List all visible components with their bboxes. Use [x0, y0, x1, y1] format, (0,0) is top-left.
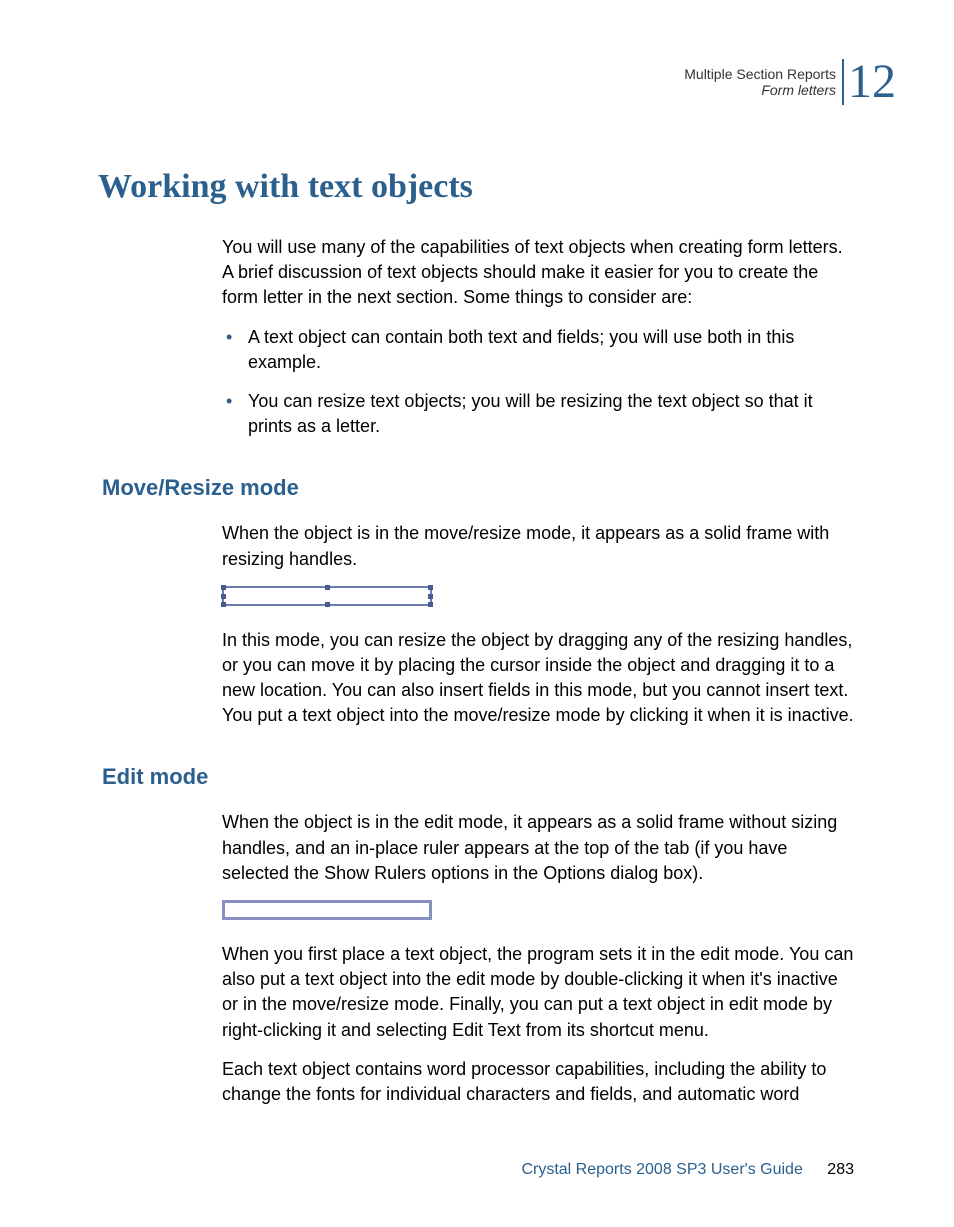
footer-page-number: 283: [827, 1161, 854, 1178]
resize-handle-icon: [325, 585, 330, 590]
section1-para1: When the object is in the move/resize mo…: [222, 521, 856, 571]
header-section-title: Form letters: [684, 82, 836, 98]
resize-handle-icon: [428, 594, 433, 599]
resize-handle-icon: [428, 585, 433, 590]
section2-para3: Each text object contains word processor…: [222, 1057, 856, 1107]
resize-handle-icon: [428, 602, 433, 607]
resize-handle-icon: [221, 594, 226, 599]
resize-handle-icon: [221, 602, 226, 607]
subheading-move-resize: Move/Resize mode: [102, 475, 856, 501]
section2-para2: When you first place a text object, the …: [222, 942, 856, 1043]
main-heading: Working with text objects: [98, 168, 473, 206]
section2-para1: When the object is in the edit mode, it …: [222, 810, 856, 886]
text-object-resize-illustration: [222, 586, 432, 606]
intro-paragraph: You will use many of the capabilities of…: [222, 235, 856, 311]
subheading-edit-mode: Edit mode: [102, 764, 856, 790]
text-object-edit-illustration: [222, 900, 432, 920]
chapter-number: 12: [848, 58, 896, 106]
page-header: Multiple Section Reports Form letters 12: [684, 58, 896, 106]
list-item: A text object can contain both text and …: [222, 325, 856, 375]
resize-handle-icon: [221, 585, 226, 590]
footer-guide-title: Crystal Reports 2008 SP3 User's Guide: [521, 1161, 802, 1178]
header-divider: [842, 59, 844, 105]
section1-para2: In this mode, you can resize the object …: [222, 628, 856, 729]
resize-handle-icon: [325, 602, 330, 607]
page-footer: Crystal Reports 2008 SP3 User's Guide 28…: [521, 1161, 854, 1179]
list-item: You can resize text objects; you will be…: [222, 389, 856, 439]
content-area: You will use many of the capabilities of…: [222, 235, 856, 1121]
header-chapter-title: Multiple Section Reports: [684, 66, 836, 82]
bullet-list: A text object can contain both text and …: [222, 325, 856, 440]
